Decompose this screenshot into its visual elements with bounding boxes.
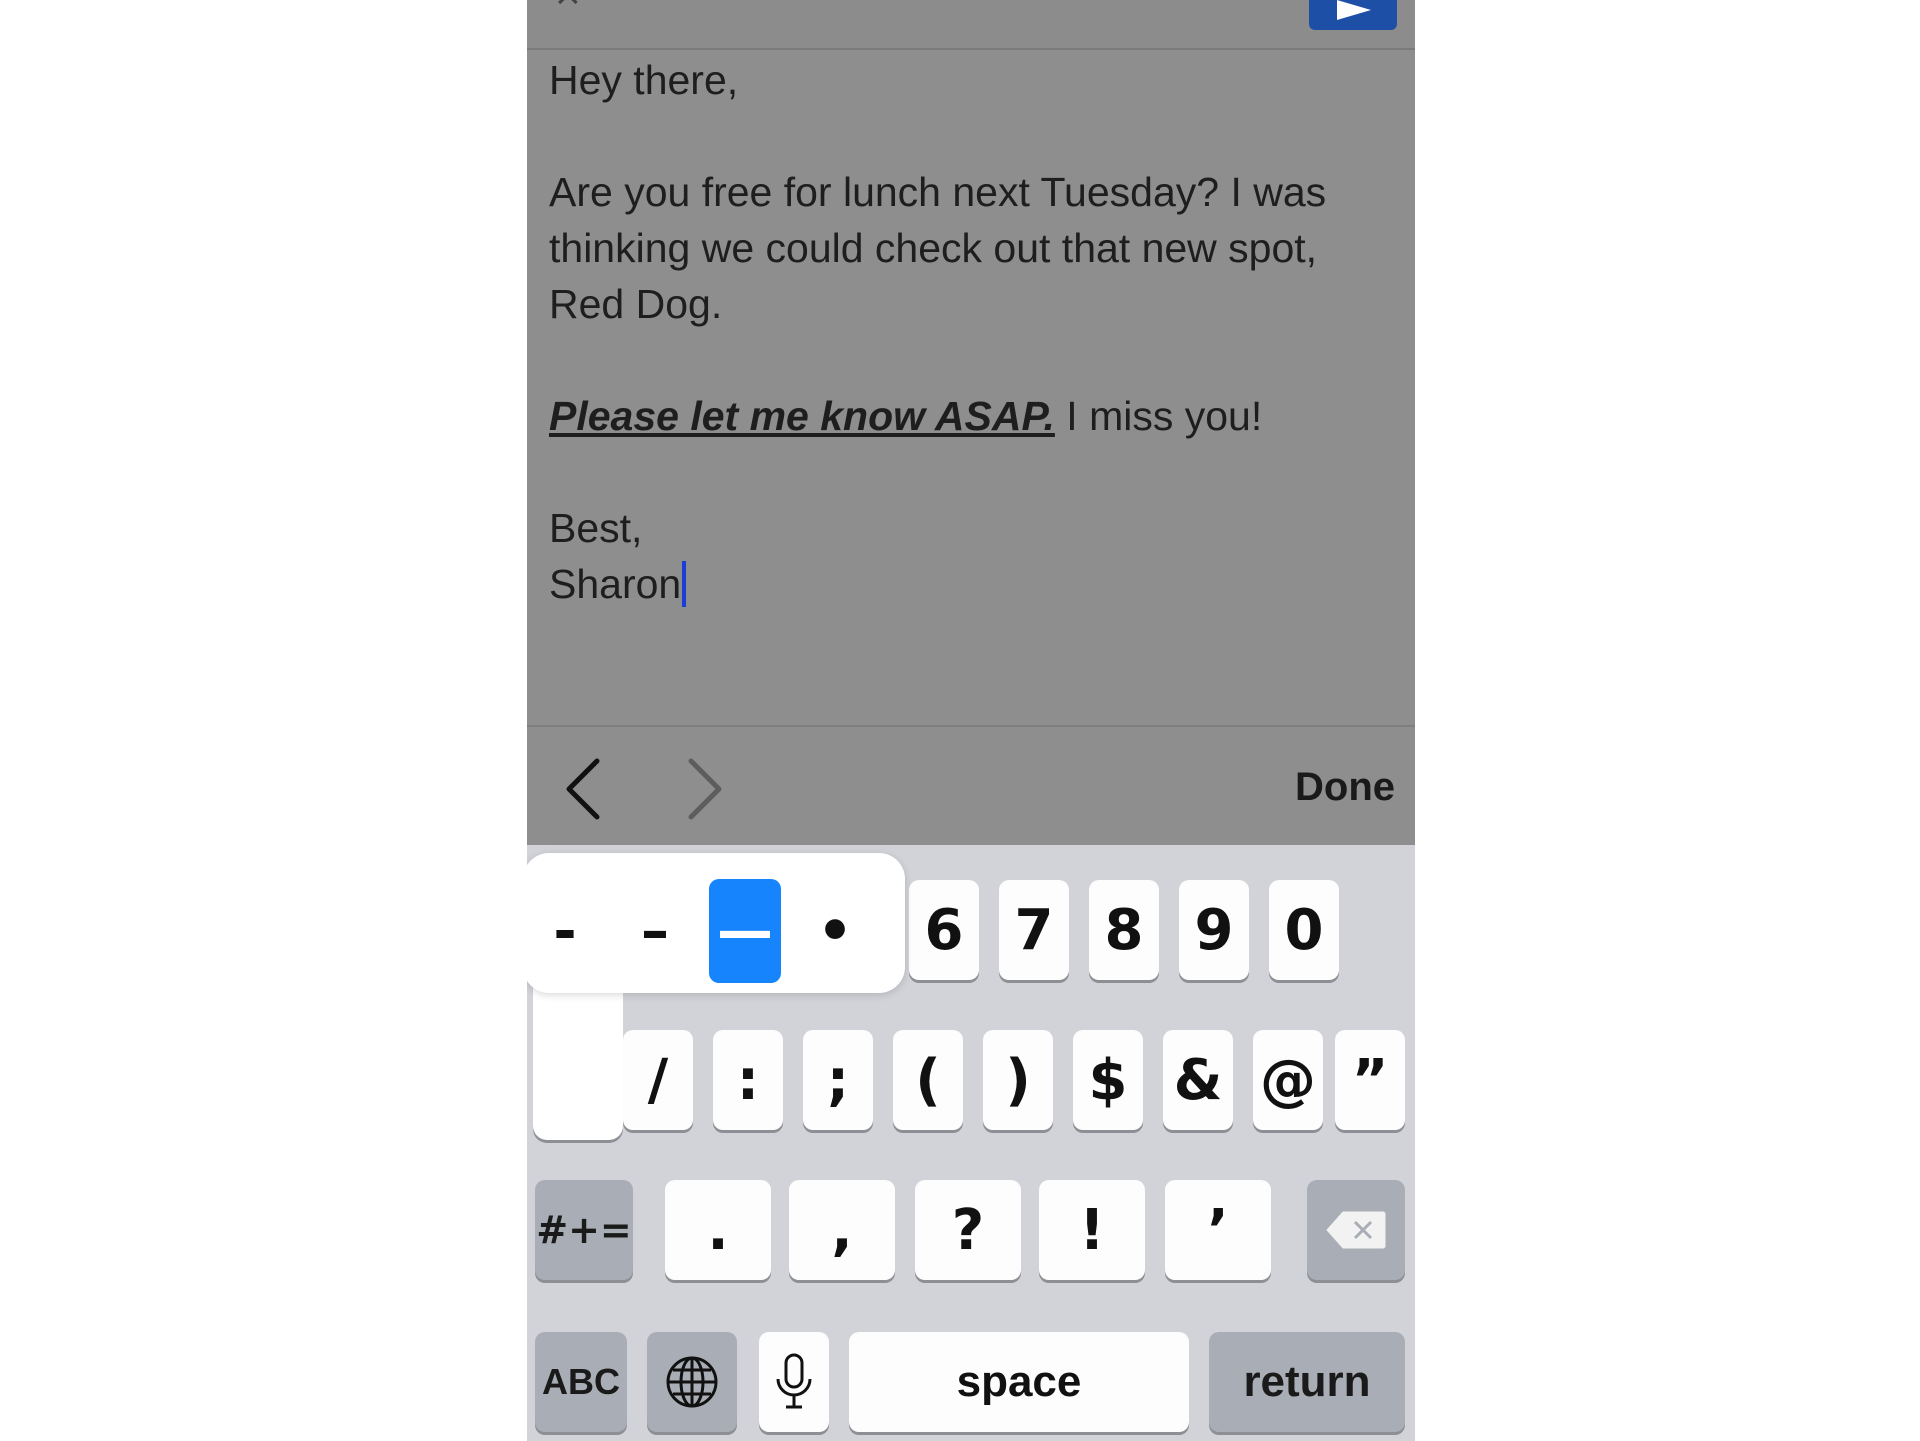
key[interactable]: ’ (1165, 1180, 1271, 1280)
backspace-icon (1326, 1211, 1386, 1249)
microphone-icon (776, 1353, 812, 1409)
space-key[interactable]: space (849, 1332, 1189, 1432)
popup-en-dash-key[interactable]: – (619, 879, 691, 983)
key[interactable]: ( (893, 1030, 963, 1130)
key[interactable]: , (789, 1180, 895, 1280)
globe-icon (666, 1356, 718, 1408)
chevron-right-icon[interactable] (685, 757, 725, 821)
body-line: Are you free for lunch next Tuesday? I w… (549, 169, 1327, 215)
greeting-line: Hey there, (549, 57, 739, 103)
key[interactable]: 6 (909, 880, 979, 980)
key[interactable]: ; (803, 1030, 873, 1130)
chevron-left-icon[interactable] (563, 757, 603, 821)
signoff-line: Best, (549, 505, 643, 551)
key[interactable]: ” (1335, 1030, 1405, 1130)
body-line: thinking we could check out that new spo… (549, 225, 1318, 271)
popup-stem (533, 980, 623, 1140)
key[interactable]: . (665, 1180, 771, 1280)
key[interactable]: & (1163, 1030, 1233, 1130)
send-icon (1337, 0, 1371, 20)
signature-line: Sharon (549, 561, 682, 607)
return-key[interactable]: return (1209, 1332, 1405, 1432)
body-text-fragment: I miss you! (1054, 393, 1263, 439)
key[interactable]: 8 (1089, 880, 1159, 980)
send-button[interactable] (1309, 0, 1397, 30)
body-line: Red Dog. (549, 281, 723, 327)
key[interactable]: $ (1073, 1030, 1143, 1130)
done-button[interactable]: Done (1295, 765, 1395, 810)
key[interactable]: : (713, 1030, 783, 1130)
key[interactable]: 9 (1179, 880, 1249, 980)
dash-variants-popup: - – — • (527, 853, 905, 993)
message-body[interactable]: Hey there, Are you free for lunch next T… (549, 52, 1389, 612)
close-icon[interactable]: × (555, 0, 595, 17)
dictation-key[interactable] (759, 1332, 829, 1432)
email-compose-screen: × Hey there, Are you free for lunch next… (527, 0, 1415, 1441)
more-symbols-key[interactable]: #+= (535, 1180, 633, 1280)
popup-hyphen-key[interactable]: - (529, 879, 601, 983)
key[interactable]: 7 (999, 880, 1069, 980)
key[interactable]: / (623, 1030, 693, 1130)
globe-key[interactable] (647, 1332, 737, 1432)
compose-header: × (527, 0, 1415, 50)
emphasized-text: Please let me know ASAP. (549, 393, 1055, 439)
keyboard-accessory-bar: Done (527, 725, 1415, 845)
key[interactable]: @ (1253, 1030, 1323, 1130)
key[interactable]: 0 (1269, 880, 1339, 980)
key[interactable]: ! (1039, 1180, 1145, 1280)
popup-em-dash-key[interactable]: — (709, 879, 781, 983)
text-caret (682, 561, 687, 607)
delete-key[interactable] (1307, 1180, 1405, 1280)
abc-key[interactable]: ABC (535, 1332, 627, 1432)
popup-bullet-key[interactable]: • (799, 879, 871, 983)
key[interactable]: ? (915, 1180, 1021, 1280)
key[interactable]: ) (983, 1030, 1053, 1130)
